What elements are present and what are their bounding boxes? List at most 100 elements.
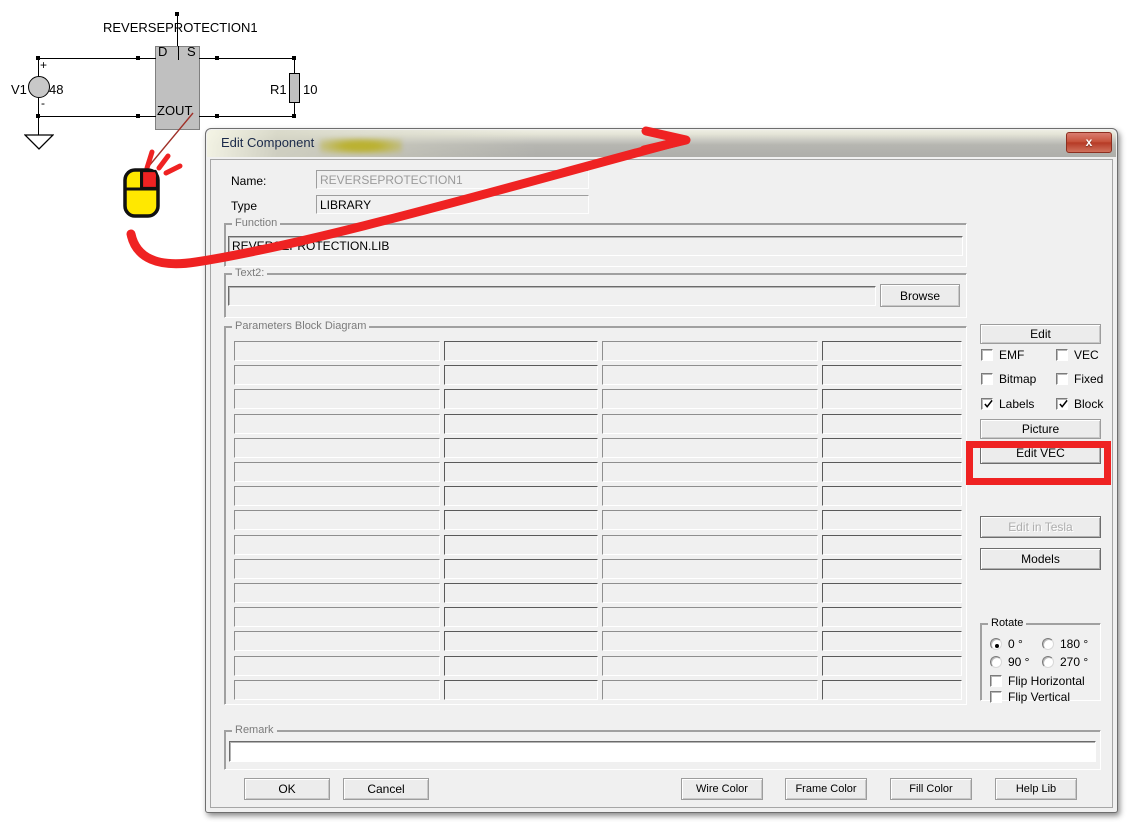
- cancel-button[interactable]: Cancel: [343, 778, 429, 800]
- type-label: Type: [231, 199, 258, 213]
- parameter-cell[interactable]: [444, 558, 598, 579]
- wire-color-button[interactable]: Wire Color: [681, 778, 763, 800]
- polarity-plus: +: [40, 58, 48, 72]
- parameter-cell[interactable]: [822, 655, 962, 676]
- parameter-cell[interactable]: [444, 583, 598, 603]
- parameter-cell[interactable]: [234, 462, 440, 482]
- parameter-cell[interactable]: [444, 486, 598, 507]
- parameter-cell[interactable]: [444, 607, 598, 628]
- parameter-cell[interactable]: [234, 534, 440, 555]
- edit-button[interactable]: Edit: [980, 324, 1101, 344]
- parameter-cell[interactable]: [234, 389, 440, 410]
- parameter-cell[interactable]: [822, 486, 962, 507]
- parameter-cell[interactable]: [234, 341, 440, 361]
- edit-in-tesla-button: Edit in Tesla: [980, 516, 1101, 538]
- checkbox-label: Block: [1074, 397, 1104, 411]
- parameter-cell[interactable]: [822, 607, 962, 628]
- models-button[interactable]: Models: [980, 548, 1101, 570]
- parameter-cell[interactable]: [234, 583, 440, 603]
- dialog-titlebar[interactable]: Edit Component x: [207, 130, 1116, 157]
- radio-circle-icon: [1042, 638, 1054, 650]
- checkbox-label: VEC: [1074, 348, 1099, 362]
- parameter-cell[interactable]: [602, 607, 818, 628]
- checkmark-icon: [1059, 399, 1068, 408]
- checkmark-icon: [984, 399, 993, 408]
- frame-color-button[interactable]: Frame Color: [785, 778, 867, 800]
- radio-circle-icon: [990, 656, 1002, 668]
- parameter-cell[interactable]: [602, 679, 818, 700]
- parameter-cell[interactable]: [444, 462, 598, 482]
- parameter-cell[interactable]: [602, 655, 818, 676]
- parameter-cell[interactable]: [602, 510, 818, 531]
- parameter-cell[interactable]: [234, 679, 440, 700]
- wire-segment: [38, 98, 39, 117]
- parameter-cell[interactable]: [444, 631, 598, 652]
- click-spark-icon: [144, 149, 155, 171]
- parameter-cell[interactable]: [822, 583, 962, 603]
- parameter-cell[interactable]: [822, 679, 962, 700]
- parameter-cell[interactable]: [602, 437, 818, 458]
- parameter-cell[interactable]: [602, 413, 818, 434]
- titlebar-highlight-blur: [320, 138, 402, 154]
- parameter-cell[interactable]: [822, 413, 962, 434]
- remark-field[interactable]: [229, 741, 1096, 762]
- parameter-cell[interactable]: [602, 534, 818, 555]
- parameter-cell[interactable]: [602, 341, 818, 361]
- picture-button[interactable]: Picture: [980, 419, 1101, 439]
- radio-label: 0 °: [1008, 637, 1023, 651]
- parameter-cell[interactable]: [234, 413, 440, 434]
- parameter-cell[interactable]: [822, 558, 962, 579]
- checkbox-box-icon: [981, 398, 993, 410]
- ground-symbol: [23, 134, 55, 155]
- parameter-cell[interactable]: [444, 655, 598, 676]
- parameter-cell[interactable]: [444, 389, 598, 410]
- parameter-cell[interactable]: [444, 413, 598, 434]
- parameter-cell[interactable]: [234, 486, 440, 507]
- function-field[interactable]: REVERSEPROTECTION.LIB: [228, 236, 963, 256]
- parameter-cell[interactable]: [234, 437, 440, 458]
- name-field[interactable]: REVERSEPROTECTION1: [316, 170, 589, 189]
- parameter-cell[interactable]: [822, 534, 962, 555]
- fill-color-button[interactable]: Fill Color: [890, 778, 972, 800]
- parameter-cell[interactable]: [444, 437, 598, 458]
- parameter-cell[interactable]: [234, 655, 440, 676]
- parameter-cell[interactable]: [822, 462, 962, 482]
- parameter-cell[interactable]: [822, 365, 962, 386]
- parameter-cell[interactable]: [234, 558, 440, 579]
- parameter-cell[interactable]: [602, 558, 818, 579]
- parameter-cell[interactable]: [444, 679, 598, 700]
- text2-field[interactable]: [228, 286, 876, 306]
- parameter-cell[interactable]: [234, 607, 440, 628]
- wire-segment: [294, 58, 295, 74]
- radio-circle-icon: [990, 638, 1002, 650]
- parameter-cell[interactable]: [444, 365, 598, 386]
- parameter-cell[interactable]: [822, 510, 962, 531]
- parameter-cell[interactable]: [602, 462, 818, 482]
- radio-label: 270 °: [1060, 655, 1089, 669]
- close-button[interactable]: x: [1066, 132, 1112, 153]
- parameter-cell[interactable]: [234, 631, 440, 652]
- wire-node: [175, 12, 179, 16]
- parameter-cell[interactable]: [602, 631, 818, 652]
- browse-button[interactable]: Browse: [880, 284, 960, 307]
- parameter-cell[interactable]: [602, 365, 818, 386]
- parameter-cell[interactable]: [444, 341, 598, 361]
- edit-vec-highlight-box: [966, 441, 1111, 485]
- parameter-cell[interactable]: [444, 510, 598, 531]
- ok-button[interactable]: OK: [244, 778, 330, 800]
- parameter-cell[interactable]: [444, 534, 598, 555]
- parameter-cell[interactable]: [822, 389, 962, 410]
- help-lib-button[interactable]: Help Lib: [995, 778, 1077, 800]
- parameter-cell[interactable]: [822, 341, 962, 361]
- text2-group-legend: Text2:: [232, 267, 268, 279]
- parameter-cell[interactable]: [602, 389, 818, 410]
- type-field[interactable]: LIBRARY: [316, 195, 589, 214]
- parameter-cell[interactable]: [234, 365, 440, 386]
- checkbox-box-icon: [990, 675, 1002, 687]
- parameter-cell[interactable]: [822, 437, 962, 458]
- parameter-cell[interactable]: [602, 583, 818, 603]
- parameter-cell[interactable]: [822, 631, 962, 652]
- parameter-cell[interactable]: [234, 510, 440, 531]
- parameter-cell[interactable]: [602, 486, 818, 507]
- dialog-title: Edit Component: [221, 135, 315, 150]
